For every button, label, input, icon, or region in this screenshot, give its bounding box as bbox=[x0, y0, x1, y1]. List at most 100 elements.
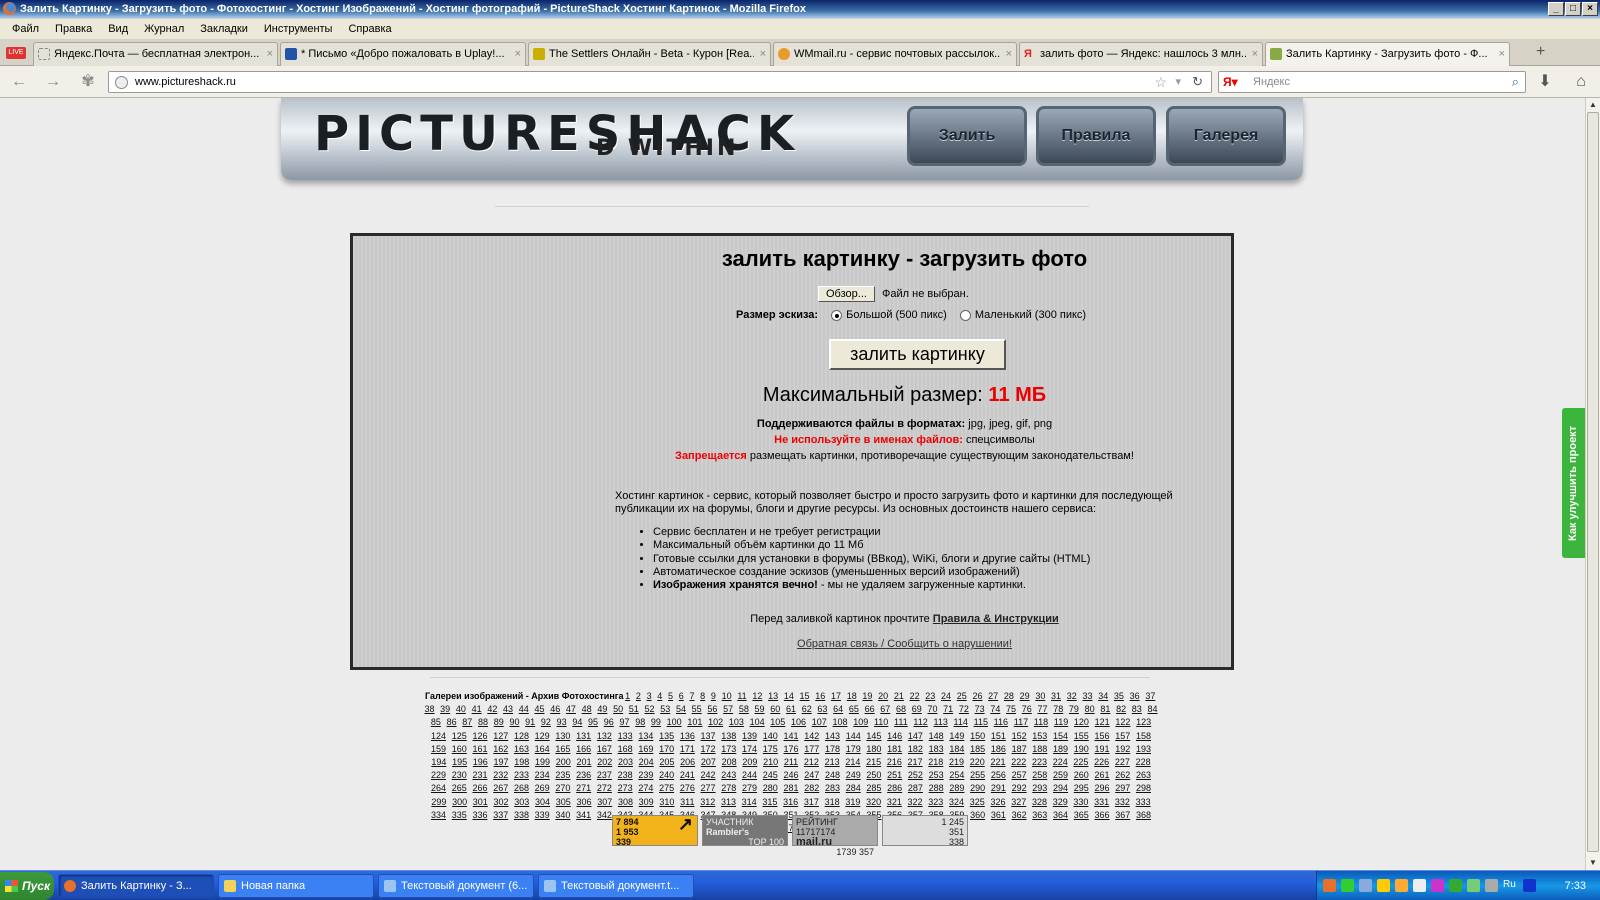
gallery-page-link[interactable]: 165 bbox=[555, 744, 570, 754]
gallery-page-link[interactable]: 341 bbox=[576, 810, 591, 820]
url-dropdown-icon[interactable]: ▾ bbox=[1175, 72, 1181, 92]
gallery-page-link[interactable]: 135 bbox=[659, 731, 674, 741]
gallery-page-link[interactable]: 201 bbox=[576, 757, 591, 767]
gallery-page-link[interactable]: 314 bbox=[742, 797, 757, 807]
tab-close-icon[interactable]: × bbox=[1252, 43, 1258, 65]
tab-close-icon[interactable]: × bbox=[267, 43, 273, 65]
gallery-page-link[interactable]: 206 bbox=[680, 757, 695, 767]
gallery-page-link[interactable]: 304 bbox=[535, 797, 550, 807]
gallery-page-link[interactable]: 330 bbox=[1073, 797, 1088, 807]
gallery-page-link[interactable]: 250 bbox=[866, 770, 881, 780]
new-tab-button[interactable]: + bbox=[1536, 43, 1545, 61]
gallery-page-link[interactable]: 241 bbox=[680, 770, 695, 780]
gallery-page-link[interactable]: 287 bbox=[908, 783, 923, 793]
gallery-page-link[interactable]: 143 bbox=[825, 731, 840, 741]
gallery-page-link[interactable]: 30 bbox=[1035, 691, 1045, 701]
gallery-page-link[interactable]: 75 bbox=[1006, 704, 1016, 714]
gallery-page-link[interactable]: 172 bbox=[701, 744, 716, 754]
tab-pictureshack[interactable]: Залить Картинку - Загрузить фото - Ф... × bbox=[1265, 42, 1510, 67]
gallery-page-link[interactable]: 58 bbox=[739, 704, 749, 714]
gallery-page-link[interactable]: 315 bbox=[762, 797, 777, 807]
gallery-page-link[interactable]: 63 bbox=[817, 704, 827, 714]
gallery-page-link[interactable]: 336 bbox=[472, 810, 487, 820]
gallery-page-link[interactable]: 180 bbox=[866, 744, 881, 754]
gallery-page-link[interactable]: 33 bbox=[1082, 691, 1092, 701]
gallery-page-link[interactable]: 34 bbox=[1098, 691, 1108, 701]
gallery-page-link[interactable]: 186 bbox=[991, 744, 1006, 754]
gallery-page-link[interactable]: 119 bbox=[1054, 717, 1068, 727]
gallery-page-link[interactable]: 5 bbox=[668, 691, 673, 701]
gallery-page-link[interactable]: 104 bbox=[750, 717, 765, 727]
gallery-page-link[interactable]: 307 bbox=[597, 797, 612, 807]
tab-uplay-mail[interactable]: * Письмо «Добро пожаловать в Uplay!... × bbox=[280, 42, 526, 66]
tray-icon[interactable] bbox=[1395, 879, 1408, 892]
search-input[interactable]: Я▾ Яндекс ⌕ bbox=[1218, 71, 1526, 93]
gallery-page-link[interactable]: 321 bbox=[887, 797, 902, 807]
gallery-page-link[interactable]: 188 bbox=[1032, 744, 1047, 754]
gallery-page-link[interactable]: 22 bbox=[910, 691, 920, 701]
menu-tools[interactable]: Инструменты bbox=[256, 19, 341, 39]
gallery-page-link[interactable]: 141 bbox=[783, 731, 798, 741]
gallery-page-link[interactable]: 37 bbox=[1145, 691, 1155, 701]
gallery-page-link[interactable]: 89 bbox=[494, 717, 504, 727]
gallery-page-link[interactable]: 325 bbox=[970, 797, 985, 807]
menu-file[interactable]: Файл bbox=[4, 19, 47, 39]
gallery-page-link[interactable]: 274 bbox=[638, 783, 653, 793]
gallery-page-link[interactable]: 328 bbox=[1032, 797, 1047, 807]
gallery-page-link[interactable]: 265 bbox=[452, 783, 467, 793]
gallery-page-link[interactable]: 361 bbox=[991, 810, 1006, 820]
gallery-page-link[interactable]: 150 bbox=[970, 731, 985, 741]
tray-icon[interactable] bbox=[1467, 879, 1480, 892]
gallery-page-link[interactable]: 331 bbox=[1094, 797, 1109, 807]
gallery-page-link[interactable]: 289 bbox=[949, 783, 964, 793]
gallery-page-link[interactable]: 90 bbox=[509, 717, 519, 727]
gallery-page-link[interactable]: 299 bbox=[431, 797, 446, 807]
gallery-page-link[interactable]: 214 bbox=[845, 757, 860, 767]
gallery-page-link[interactable]: 363 bbox=[1032, 810, 1047, 820]
gallery-page-link[interactable]: 297 bbox=[1115, 783, 1130, 793]
gallery-page-link[interactable]: 71 bbox=[943, 704, 953, 714]
radio-small[interactable] bbox=[959, 309, 971, 321]
gallery-page-link[interactable]: 38 bbox=[424, 704, 434, 714]
gallery-page-link[interactable]: 52 bbox=[645, 704, 655, 714]
gallery-page-link[interactable]: 306 bbox=[576, 797, 591, 807]
gallery-page-link[interactable]: 292 bbox=[1012, 783, 1027, 793]
gallery-page-link[interactable]: 94 bbox=[572, 717, 582, 727]
gallery-page-link[interactable]: 335 bbox=[452, 810, 467, 820]
counter-mailru[interactable]: РЕЙТИНГ 11717174 mail.ru 1739 357 bbox=[792, 815, 878, 857]
gallery-page-link[interactable]: 281 bbox=[783, 783, 798, 793]
gallery-page-link[interactable]: 166 bbox=[576, 744, 591, 754]
gallery-page-link[interactable]: 35 bbox=[1114, 691, 1124, 701]
gallery-page-link[interactable]: 275 bbox=[659, 783, 674, 793]
gallery-page-link[interactable]: 261 bbox=[1095, 770, 1110, 780]
history-icon[interactable]: ✾ bbox=[79, 73, 97, 91]
gallery-page-link[interactable]: 270 bbox=[555, 783, 570, 793]
gallery-page-link[interactable]: 26 bbox=[972, 691, 982, 701]
gallery-page-link[interactable]: 134 bbox=[638, 731, 653, 741]
gallery-page-link[interactable]: 259 bbox=[1053, 770, 1068, 780]
gallery-page-link[interactable]: 7 bbox=[689, 691, 694, 701]
tray-icon[interactable] bbox=[1485, 879, 1498, 892]
gallery-page-link[interactable]: 276 bbox=[680, 783, 695, 793]
gallery-page-link[interactable]: 55 bbox=[692, 704, 702, 714]
gallery-page-link[interactable]: 142 bbox=[804, 731, 819, 741]
gallery-page-link[interactable]: 138 bbox=[721, 731, 736, 741]
gallery-page-link[interactable]: 129 bbox=[535, 731, 550, 741]
gallery-page-link[interactable]: 1 bbox=[625, 691, 630, 701]
gallery-page-link[interactable]: 313 bbox=[721, 797, 736, 807]
gallery-page-link[interactable]: 91 bbox=[525, 717, 535, 727]
gallery-page-link[interactable]: 368 bbox=[1136, 810, 1151, 820]
gallery-page-link[interactable]: 237 bbox=[597, 770, 612, 780]
tray-icon[interactable] bbox=[1449, 879, 1462, 892]
gallery-page-link[interactable]: 247 bbox=[804, 770, 819, 780]
gallery-page-link[interactable]: 342 bbox=[597, 810, 612, 820]
gallery-page-link[interactable]: 101 bbox=[687, 717, 702, 727]
gallery-page-link[interactable]: 191 bbox=[1095, 744, 1110, 754]
gallery-page-link[interactable]: 31 bbox=[1051, 691, 1061, 701]
gallery-page-link[interactable]: 126 bbox=[472, 731, 487, 741]
gallery-page-link[interactable]: 224 bbox=[1053, 757, 1068, 767]
gallery-page-link[interactable]: 197 bbox=[494, 757, 509, 767]
tray-icon[interactable] bbox=[1377, 879, 1390, 892]
gallery-page-link[interactable]: 41 bbox=[472, 704, 482, 714]
gallery-page-link[interactable]: 228 bbox=[1136, 757, 1151, 767]
